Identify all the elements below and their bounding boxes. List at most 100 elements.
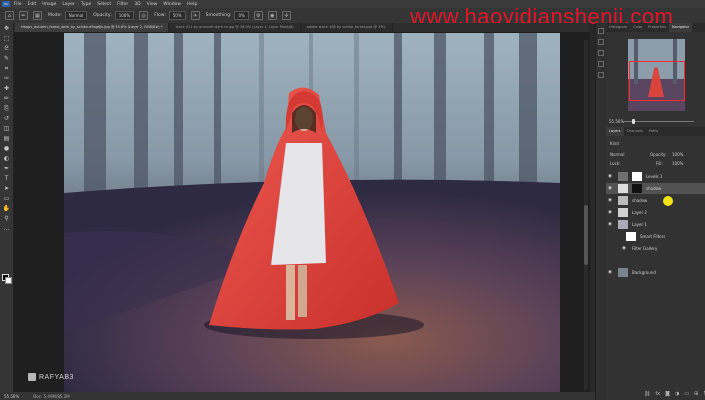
- photoshop-app-icon[interactable]: Ps: [2, 1, 10, 7]
- smoothing-options-gear-icon[interactable]: ⚙: [253, 11, 263, 20]
- clone-stamp-tool-icon[interactable]: ⎘: [2, 104, 11, 113]
- status-doc-info[interactable]: Doc: 5.49M/85.2M: [33, 394, 69, 399]
- folder-icon[interactable]: ▭: [684, 391, 689, 397]
- layer-fill-input[interactable]: 100%: [672, 161, 683, 166]
- visibility-eye-icon[interactable]: ◉: [622, 246, 626, 251]
- marquee-tool-icon[interactable]: ⬚: [2, 34, 11, 43]
- mask-icon[interactable]: ◙: [665, 391, 670, 397]
- doc-tab-active[interactable]: Happy_autumn_forest_dark_by_schiko-d9ag6…: [15, 23, 170, 32]
- brushes-panel-icon[interactable]: [598, 39, 604, 45]
- layer-name: Background: [632, 270, 656, 275]
- gradient-tool-icon[interactable]: ▤: [2, 134, 11, 143]
- right-panels: Histogram Color Properties Navigator 55.…: [606, 23, 705, 400]
- home-icon[interactable]: ⌂: [5, 11, 14, 20]
- brush-preset-icon[interactable]: ✏: [19, 11, 28, 20]
- channel-logo-icon: [28, 373, 36, 381]
- smart-filters-row[interactable]: Smart Filters: [606, 231, 705, 242]
- tab-navigator[interactable]: Navigator: [669, 23, 693, 32]
- navigator-preview[interactable]: [628, 39, 685, 111]
- background-color-swatch[interactable]: [5, 277, 12, 284]
- quick-select-tool-icon[interactable]: ✎: [2, 54, 11, 63]
- tab-channels[interactable]: Channels: [624, 127, 646, 136]
- layer-opacity-input[interactable]: 100%: [672, 152, 683, 157]
- menu-type[interactable]: Type: [81, 2, 91, 7]
- filter-gallery-row[interactable]: ◉ Filter Gallery: [606, 243, 705, 254]
- status-zoom[interactable]: 55.56%: [4, 394, 19, 399]
- smoothing-input[interactable]: 0%: [234, 11, 249, 20]
- visibility-eye-icon[interactable]: ◉: [608, 198, 612, 203]
- layer-filter-kind[interactable]: Kind: [610, 141, 619, 146]
- menu-3d[interactable]: 3D: [134, 2, 140, 7]
- menu-select[interactable]: Select: [97, 2, 111, 7]
- visibility-eye-icon[interactable]: ◉: [608, 270, 612, 275]
- menu-view[interactable]: View: [147, 2, 158, 7]
- tab-layers[interactable]: Layers: [606, 127, 624, 136]
- tab-color[interactable]: Color: [630, 23, 645, 32]
- navigator-zoom-slider[interactable]: [624, 119, 694, 124]
- swatches-panel-icon[interactable]: [598, 50, 604, 56]
- brush-settings-icon[interactable]: ▦: [33, 11, 42, 20]
- navigator-zoom-value[interactable]: 55.56%: [609, 119, 624, 124]
- hand-tool-icon[interactable]: ✋: [2, 204, 11, 213]
- opacity-input[interactable]: 100%: [114, 11, 135, 20]
- doc-tab[interactable]: adobe stock 108 by schiko_forest.psd @ 2…: [300, 23, 393, 32]
- zoom-tool-icon[interactable]: ⚲: [2, 214, 11, 223]
- pen-tool-icon[interactable]: ✒: [2, 164, 11, 173]
- edit-toolbar-icon[interactable]: …: [2, 224, 11, 233]
- navigator-zoom-knob[interactable]: [632, 119, 635, 124]
- type-tool-icon[interactable]: T: [2, 174, 11, 183]
- layer-blend-mode-select[interactable]: Normal: [610, 152, 624, 157]
- visibility-eye-icon[interactable]: ◉: [608, 210, 612, 215]
- visibility-eye-icon[interactable]: ◉: [608, 174, 612, 179]
- adjustment-icon[interactable]: ◑: [675, 391, 679, 397]
- blur-tool-icon[interactable]: ●: [2, 144, 11, 153]
- scrollbar-thumb[interactable]: [584, 205, 588, 265]
- pressure-size-icon[interactable]: ◉: [267, 11, 277, 20]
- fx-icon[interactable]: fx: [655, 391, 660, 397]
- history-panel-icon[interactable]: [598, 28, 604, 34]
- menu-image[interactable]: Image: [42, 2, 56, 7]
- layer-row[interactable]: ◉ Background: [606, 267, 705, 278]
- menu-window[interactable]: Window: [163, 2, 181, 7]
- rectangle-tool-icon[interactable]: ▭: [2, 194, 11, 203]
- tab-histogram[interactable]: Histogram: [606, 23, 630, 32]
- path-select-tool-icon[interactable]: ➤: [2, 184, 11, 193]
- healing-tool-icon[interactable]: ✚: [2, 84, 11, 93]
- airbrush-icon[interactable]: ✈: [190, 11, 200, 20]
- menu-layer[interactable]: Layer: [62, 2, 75, 7]
- eraser-tool-icon[interactable]: ◫: [2, 124, 11, 133]
- visibility-eye-icon[interactable]: ◉: [608, 186, 612, 191]
- layer-row[interactable]: ◉ Levels 1: [606, 171, 705, 182]
- layer-row[interactable]: ◉ Layer 1: [606, 219, 705, 230]
- doc-tab[interactable]: stock 911 by aroundit-dark-rb.jpg @ 36.9…: [169, 23, 301, 32]
- crop-tool-icon[interactable]: ⌗: [2, 64, 11, 73]
- menu-edit[interactable]: Edit: [28, 2, 37, 7]
- tab-properties[interactable]: Properties: [645, 23, 669, 32]
- document-canvas-image[interactable]: [64, 33, 560, 393]
- dodge-tool-icon[interactable]: ◐: [2, 154, 11, 163]
- layer-group-row[interactable]: ◉ shadow: [606, 183, 705, 194]
- canvas-vertical-scrollbar[interactable]: [584, 40, 588, 390]
- visibility-eye-icon[interactable]: ◉: [608, 222, 612, 227]
- character-panel-icon[interactable]: [598, 61, 604, 67]
- menu-file[interactable]: File: [14, 2, 22, 7]
- layer-row[interactable]: ◉ shadow: [606, 195, 705, 206]
- navigator-view-box[interactable]: [629, 61, 685, 101]
- move-tool-icon[interactable]: ✥: [2, 24, 11, 33]
- menu-help[interactable]: Help: [187, 2, 197, 7]
- menu-filter[interactable]: Filter: [117, 2, 128, 7]
- link-icon[interactable]: ⛓: [644, 391, 650, 397]
- pressure-opacity-icon[interactable]: ◎: [139, 11, 149, 20]
- history-brush-tool-icon[interactable]: ↺: [2, 114, 11, 123]
- new-layer-icon[interactable]: ⊞: [694, 391, 698, 397]
- eyedropper-tool-icon[interactable]: ✑: [2, 74, 11, 83]
- symmetry-icon[interactable]: ✢: [281, 11, 291, 20]
- lasso-tool-icon[interactable]: ᘓ: [2, 44, 11, 53]
- brush-tool-icon[interactable]: ✏: [2, 94, 11, 103]
- flow-input[interactable]: 50%: [168, 11, 186, 20]
- tab-paths[interactable]: Paths: [646, 127, 662, 136]
- layer-name: shadow: [632, 198, 648, 203]
- layer-row[interactable]: ◉ Layer 2: [606, 207, 705, 218]
- mode-select[interactable]: Normal: [64, 11, 88, 20]
- paragraph-panel-icon[interactable]: [598, 72, 604, 78]
